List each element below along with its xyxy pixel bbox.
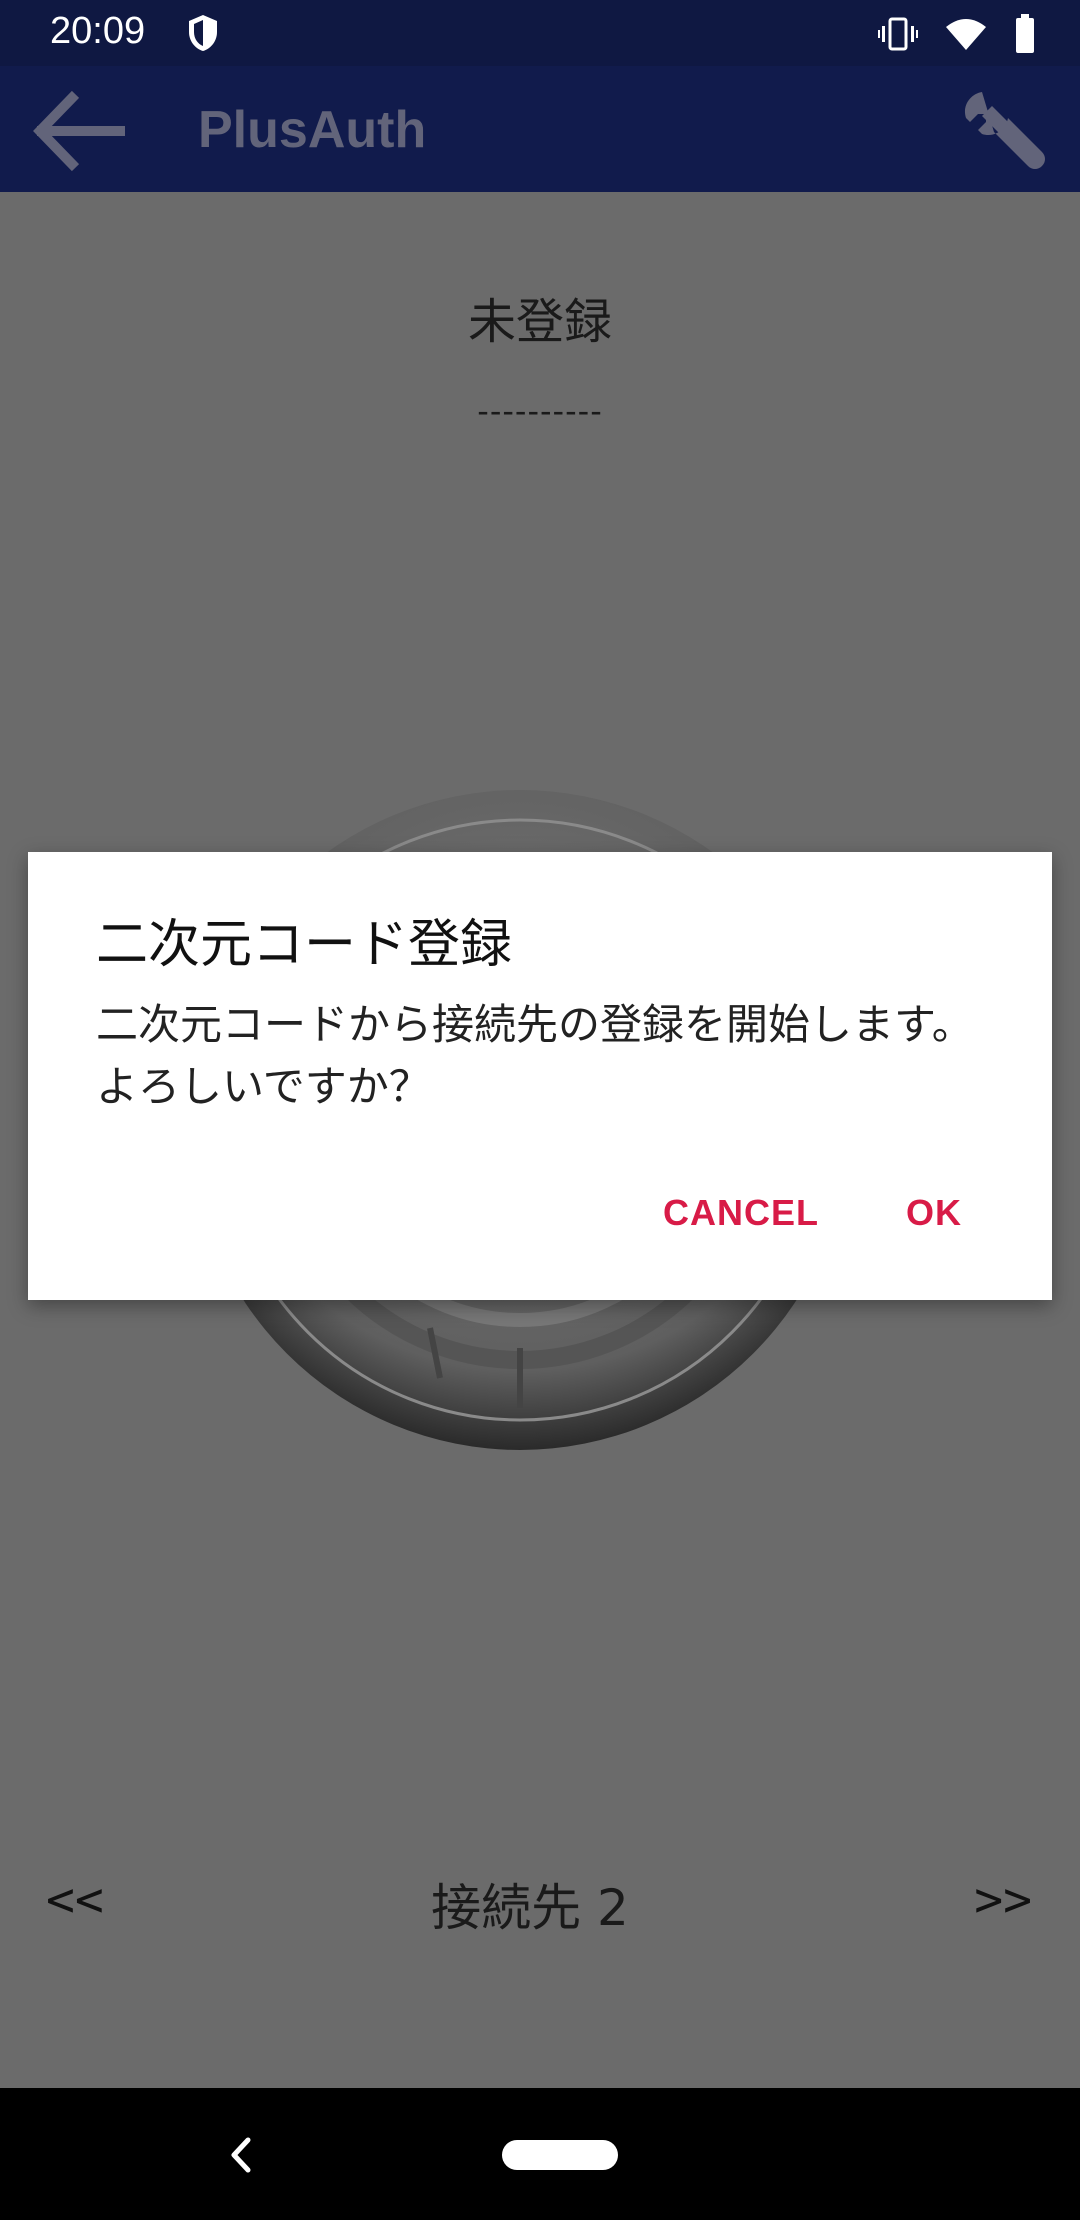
qr-register-dialog: 二次元コード登録 二次元コードから接続先の登録を開始します。よろしいですか？ C… xyxy=(28,852,1052,1300)
code-display: ---------- xyxy=(477,392,603,430)
cancel-button[interactable]: CANCEL xyxy=(663,1192,819,1234)
system-navigation-bar xyxy=(0,2088,1080,2220)
vibrate-icon xyxy=(878,17,918,51)
dialog-title: 二次元コード登録 xyxy=(96,915,513,975)
wifi-icon xyxy=(946,19,986,50)
wrench-icon[interactable] xyxy=(960,88,1048,176)
nav-home-button[interactable] xyxy=(502,2140,618,2170)
nav-back-icon[interactable] xyxy=(220,2130,260,2180)
app-title: PlusAuth xyxy=(198,101,427,159)
arrow-left-icon[interactable] xyxy=(28,86,128,176)
registration-status: 未登録 xyxy=(467,294,612,350)
connection-label: 接続先 2 xyxy=(431,1879,629,1937)
battery-icon xyxy=(1016,14,1034,53)
shield-icon xyxy=(189,15,217,51)
app-bar: PlusAuth xyxy=(0,66,1080,192)
dialog-message: 二次元コードから接続先の登録を開始します。よろしいですか？ xyxy=(96,1000,974,1111)
status-bar: 20:09 xyxy=(0,0,1080,66)
ok-button[interactable]: OK xyxy=(906,1192,962,1234)
next-connection-button[interactable]: >> xyxy=(974,1872,1032,1928)
status-time: 20:09 xyxy=(50,10,146,52)
status-icons xyxy=(878,12,1036,56)
